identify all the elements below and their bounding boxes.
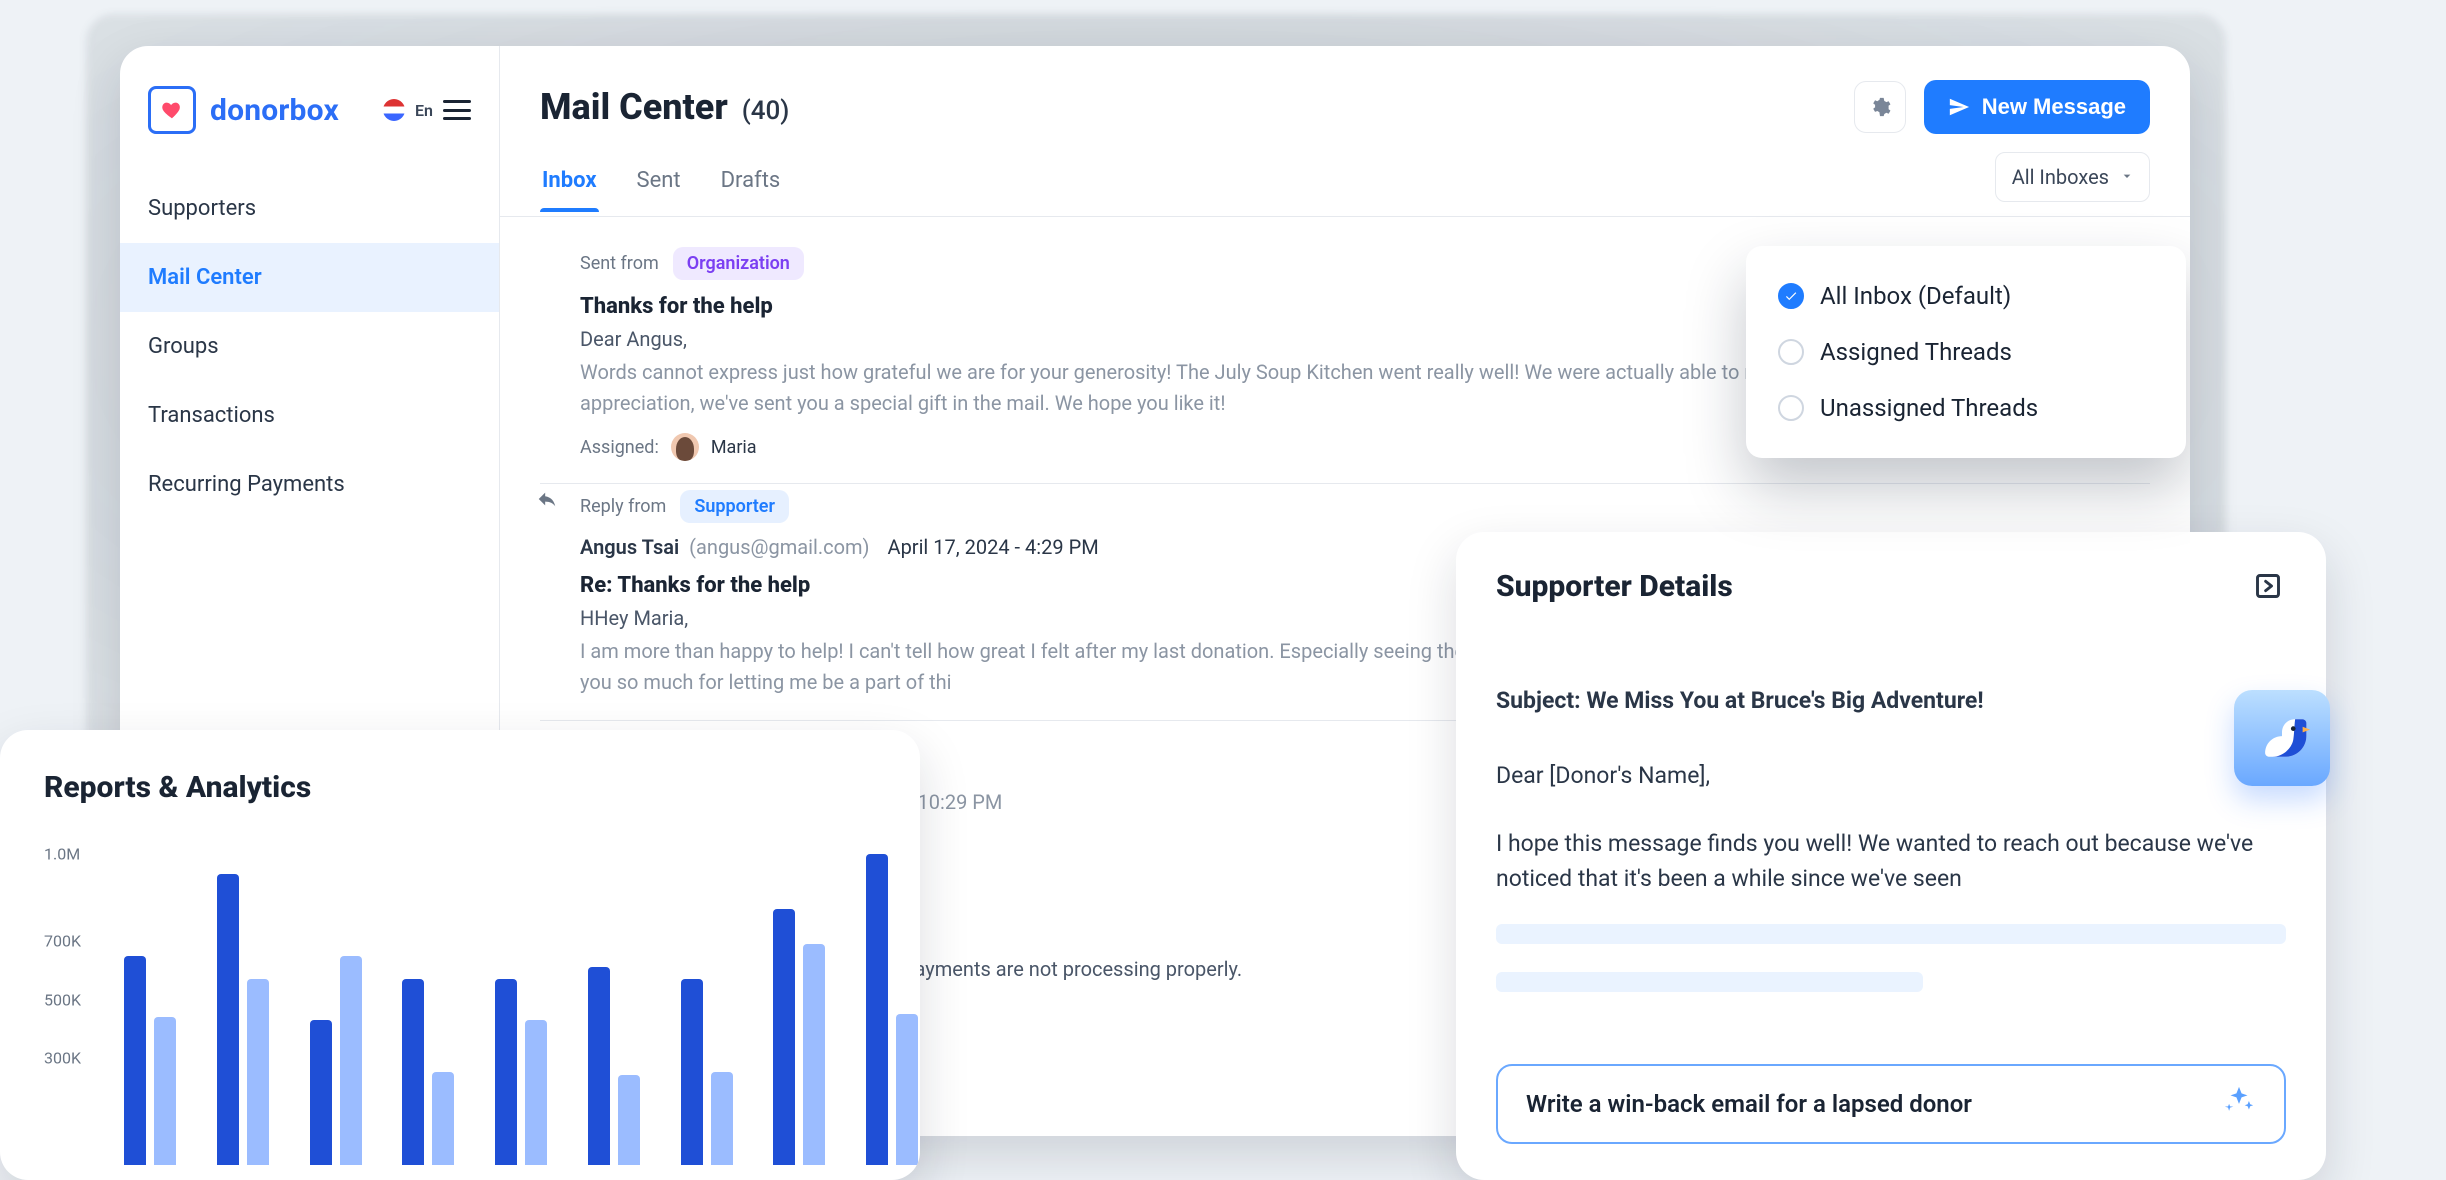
placeholder-line <box>1496 924 2286 944</box>
filter-option-label: Unassigned Threads <box>1820 394 2038 422</box>
chart-plot <box>124 825 886 1165</box>
reports-chart: 1.0M 700K 500K 300K <box>44 825 886 1180</box>
chart-bar-series-b <box>618 1075 640 1165</box>
sidebar-item-recurring-payments[interactable]: Recurring Payments <box>120 450 499 519</box>
new-message-label: New Message <box>1982 94 2126 120</box>
sidebar-item-supporters[interactable]: Supporters <box>120 174 499 243</box>
flag-us-icon <box>383 99 405 121</box>
meta-label: Reply from <box>580 496 666 517</box>
ai-bird-badge[interactable] <box>2234 690 2330 786</box>
tag-supporter: Supporter <box>680 490 789 523</box>
assigned-name: Maria <box>711 437 757 458</box>
chart-bar-series-b <box>803 944 825 1165</box>
chart-bar-series-b <box>154 1017 176 1165</box>
chart-y-tick: 1.0M <box>44 845 80 864</box>
settings-button[interactable] <box>1854 81 1906 133</box>
from-time: April 17, 2024 - 4:29 PM <box>888 535 1099 559</box>
chart-bar-series-a <box>310 1020 332 1165</box>
sparkle-icon <box>2222 1084 2256 1124</box>
page-title-text: Mail Center <box>540 86 728 128</box>
chart-y-tick: 700K <box>44 932 81 951</box>
supporter-header: Supporter Details <box>1496 568 2286 604</box>
filter-option-assigned[interactable]: Assigned Threads <box>1774 324 2158 380</box>
header-actions: New Message <box>1854 80 2150 134</box>
assigned-label: Assigned: <box>580 437 659 458</box>
chart-bar-series-a <box>866 854 888 1165</box>
bird-icon <box>2252 708 2312 768</box>
filter-option-label: All Inbox (Default) <box>1820 282 2011 310</box>
chart-y-tick: 300K <box>44 1048 81 1067</box>
expand-icon <box>2254 572 2282 600</box>
supporter-title: Supporter Details <box>1496 569 1733 604</box>
supporter-details-card: Supporter Details Subject: We Miss You a… <box>1456 532 2326 1180</box>
reports-analytics-card: Reports & Analytics 1.0M 700K 500K 300K <box>0 730 920 1180</box>
tabs-row: Inbox Sent Drafts All Inboxes <box>500 152 2190 217</box>
tag-organization: Organization <box>673 247 804 280</box>
sidebar-item-mail-center[interactable]: Mail Center <box>120 243 499 312</box>
language-label[interactable]: En <box>415 101 433 120</box>
chart-bar-series-a <box>773 909 795 1165</box>
filter-option-all-inbox[interactable]: All Inbox (Default) <box>1774 268 2158 324</box>
inbox-filter-select[interactable]: All Inboxes <box>1995 152 2150 202</box>
avatar <box>671 433 699 461</box>
chart-bar-series-a <box>402 979 424 1165</box>
from-address: (angus@gmail.com) <box>689 535 869 559</box>
chart-bar-series-a <box>124 956 146 1165</box>
chart-bar-series-b <box>247 979 269 1165</box>
page-title: Mail Center (40) <box>540 86 789 128</box>
page-header: Mail Center (40) New Message <box>500 46 2190 152</box>
chart-y-axis: 1.0M 700K 500K 300K <box>44 825 114 1165</box>
new-message-button[interactable]: New Message <box>1924 80 2150 134</box>
supporter-subject: Subject: We Miss You at Bruce's Big Adve… <box>1496 684 2286 719</box>
gear-icon <box>1869 96 1891 118</box>
inbox-filter-dropdown: All Inbox (Default) Assigned Threads Una… <box>1746 246 2186 458</box>
reports-title: Reports & Analytics <box>44 770 886 805</box>
brand-name: donorbox <box>210 93 339 128</box>
filter-option-label: Assigned Threads <box>1820 338 2012 366</box>
thread-meta: Reply from Supporter <box>580 490 2150 523</box>
heart-icon <box>161 99 183 121</box>
inbox-filter-label: All Inboxes <box>2012 165 2109 189</box>
placeholder-line <box>1496 972 1923 992</box>
page-title-count: (40) <box>742 96 790 126</box>
brand-right-controls: En <box>383 99 471 121</box>
chart-bar-series-b <box>711 1072 733 1165</box>
ai-prompt-input[interactable]: Write a win-back email for a lapsed dono… <box>1496 1064 2286 1144</box>
supporter-body: Subject: We Miss You at Bruce's Big Adve… <box>1496 604 2286 992</box>
chart-bar-series-b <box>525 1020 547 1165</box>
chart-bar-series-a <box>495 979 517 1165</box>
radio-icon <box>1778 339 1804 365</box>
tab-sent[interactable]: Sent <box>635 158 683 211</box>
chart-bar-series-a <box>588 967 610 1165</box>
tab-drafts[interactable]: Drafts <box>719 158 783 211</box>
tabs: Inbox Sent Drafts <box>540 158 782 211</box>
sidebar-item-transactions[interactable]: Transactions <box>120 381 499 450</box>
meta-label: Sent from <box>580 253 659 274</box>
brand-logo <box>148 86 196 134</box>
tab-inbox[interactable]: Inbox <box>540 158 599 211</box>
chart-bar-series-b <box>340 956 362 1165</box>
send-icon <box>1948 96 1970 118</box>
from-name: Angus Tsai <box>580 535 679 559</box>
expand-button[interactable] <box>2250 568 2286 604</box>
chart-bar-series-b <box>432 1072 454 1165</box>
supporter-paragraph: I hope this message finds you well! We w… <box>1496 827 2286 896</box>
reply-icon <box>536 488 558 514</box>
radio-checked-icon <box>1778 283 1804 309</box>
menu-icon[interactable] <box>443 100 471 120</box>
chart-bar-series-a <box>217 874 239 1165</box>
chart-bar-series-b <box>896 1014 918 1165</box>
filter-option-unassigned[interactable]: Unassigned Threads <box>1774 380 2158 436</box>
supporter-greeting: Dear [Donor's Name], <box>1496 759 2286 794</box>
sidebar-item-groups[interactable]: Groups <box>120 312 499 381</box>
brand-row: donorbox En <box>120 76 499 164</box>
ai-prompt-text: Write a win-back email for a lapsed dono… <box>1526 1090 1972 1118</box>
chart-bar-series-a <box>681 979 703 1165</box>
radio-icon <box>1778 395 1804 421</box>
chart-y-tick: 500K <box>44 990 81 1009</box>
chevron-down-icon <box>2119 165 2135 189</box>
sidebar-nav: Supporters Mail Center Groups Transactio… <box>120 164 499 519</box>
